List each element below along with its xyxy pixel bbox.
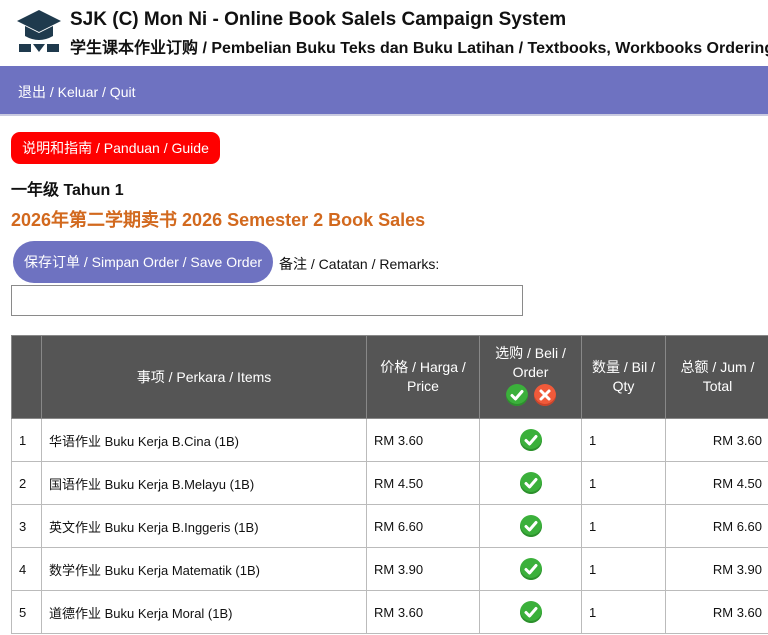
header-no — [11, 335, 42, 419]
row-number: 5 — [11, 590, 42, 634]
item-qty: 1 — [581, 547, 666, 591]
item-total: RM 3.60 — [665, 590, 768, 634]
item-name: 英文作业 Buku Kerja B.Inggeris (1B) — [41, 504, 367, 548]
row-number: 3 — [11, 504, 42, 548]
campaign-title: 2026年第二学期卖书 2026 Semester 2 Book Sales — [11, 210, 426, 230]
header-qty: 数量 / Bil / Qty — [581, 335, 666, 419]
item-price: RM 4.50 — [366, 461, 480, 505]
item-total: RM 4.50 — [665, 461, 768, 505]
nav-bar: 退出 / Keluar / Quit — [0, 66, 768, 116]
item-qty: 1 — [581, 461, 666, 505]
order-cell — [479, 590, 582, 634]
table-row: 3 英文作业 Buku Kerja B.Inggeris (1B) RM 6.60 1… — [11, 504, 768, 548]
remarks-input[interactable] — [11, 285, 523, 316]
header-item: 事项 / Perkara / Items — [41, 335, 367, 419]
row-number: 1 — [11, 418, 42, 462]
header-order-label: 选购 / Beli / Order — [495, 344, 566, 380]
order-cell — [479, 504, 582, 548]
item-total: RM 3.90 — [665, 547, 768, 591]
header-price: 价格 / Harga / Price — [366, 335, 480, 419]
table-row: 2 国语作业 Buku Kerja B.Melayu (1B) RM 4.50 1 RM… — [11, 461, 768, 505]
header-order: 选购 / Beli / Order — [479, 335, 582, 419]
order-table: 事项 / Perkara / Items 价格 / Harga / Price … — [11, 335, 768, 634]
deselect-all-cross-icon[interactable] — [533, 383, 556, 406]
order-check-icon[interactable] — [519, 429, 542, 451]
item-qty: 1 — [581, 590, 666, 634]
save-order-button[interactable]: 保存订单 / Simpan Order / Save Order — [13, 241, 273, 283]
table-row: 5 道德作业 Buku Kerja Moral (1B) RM 3.60 1 RM 3.… — [11, 590, 768, 634]
item-price: RM 3.60 — [366, 418, 480, 462]
table-row: 1 华语作业 Buku Kerja B.Cina (1B) RM 3.60 1 RM 3… — [11, 418, 768, 462]
order-cell — [479, 418, 582, 462]
grade-label: 一年级 Tahun 1 — [11, 182, 124, 199]
item-name: 道德作业 Buku Kerja Moral (1B) — [41, 590, 367, 634]
quit-link[interactable]: 退出 / Keluar / Quit — [18, 82, 135, 102]
top-header: SJK (C) Mon Ni - Online Book Salels Camp… — [0, 0, 768, 66]
item-name: 国语作业 Buku Kerja B.Melayu (1B) — [41, 461, 367, 505]
item-qty: 1 — [581, 504, 666, 548]
select-all-check-icon[interactable] — [505, 383, 528, 406]
item-name: 华语作业 Buku Kerja B.Cina (1B) — [41, 418, 367, 462]
order-check-icon[interactable] — [519, 558, 542, 580]
row-number: 2 — [11, 461, 42, 505]
order-cell — [479, 461, 582, 505]
graduation-cap-icon — [17, 10, 61, 52]
table-row: 4 数学作业 Buku Kerja Matematik (1B) RM 3.90 1 R… — [11, 547, 768, 591]
order-check-icon[interactable] — [519, 515, 542, 537]
item-price: RM 3.60 — [366, 590, 480, 634]
order-cell — [479, 547, 582, 591]
remarks-label: 备注 / Catatan / Remarks: — [279, 256, 440, 272]
order-check-icon[interactable] — [519, 472, 542, 494]
app-title: SJK (C) Mon Ni - Online Book Salels Camp… — [70, 9, 567, 30]
item-name: 数学作业 Buku Kerja Matematik (1B) — [41, 547, 367, 591]
item-price: RM 6.60 — [366, 504, 480, 548]
table-header-row: 事项 / Perkara / Items 价格 / Harga / Price … — [11, 335, 768, 419]
item-total: RM 3.60 — [665, 418, 768, 462]
item-qty: 1 — [581, 418, 666, 462]
order-check-icon[interactable] — [519, 601, 542, 623]
item-price: RM 3.90 — [366, 547, 480, 591]
app-subtitle: 学生课本作业订购 / Pembelian Buku Teks dan Buku … — [70, 40, 768, 57]
guide-button[interactable]: 说明和指南 / Panduan / Guide — [11, 132, 220, 164]
row-number: 4 — [11, 547, 42, 591]
header-total: 总额 / Jum / Total — [665, 335, 768, 419]
item-total: RM 6.60 — [665, 504, 768, 548]
